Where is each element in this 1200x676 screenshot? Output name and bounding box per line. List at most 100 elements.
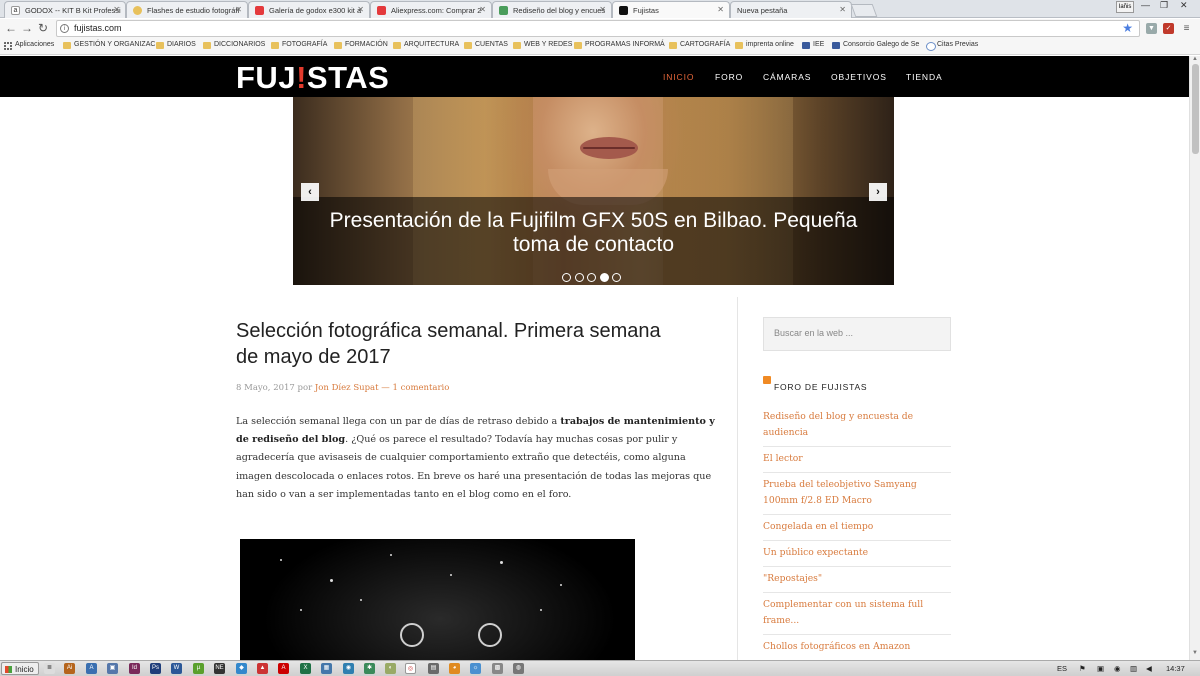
minimize-icon[interactable]: — xyxy=(1141,0,1150,10)
nav-item-tienda[interactable]: TIENDA xyxy=(906,72,943,82)
nav-item-camaras[interactable]: CÁMARAS xyxy=(763,72,811,82)
slider-prev-button[interactable]: ‹ xyxy=(301,183,319,201)
forum-feed-item[interactable]: Rediseño del blog y encuesta de audienci… xyxy=(763,405,951,447)
back-arrow-icon[interactable]: ← xyxy=(5,21,17,35)
featured-slider[interactable]: Presentación de la Fujifilm GFX 50S en B… xyxy=(293,97,894,285)
scrollbar-thumb[interactable] xyxy=(1192,64,1199,154)
page-scrollbar[interactable]: ▲ ▼ xyxy=(1189,56,1200,660)
post-image[interactable] xyxy=(240,539,635,676)
forum-feed-item[interactable]: Prueba del teleobjetivo Samyang 100mm f/… xyxy=(763,473,951,515)
bookmark-folder[interactable]: FORMACIÓN xyxy=(334,41,388,49)
volume-icon[interactable]: ◀ xyxy=(1146,664,1152,673)
bookmark-star-icon[interactable]: ★ xyxy=(1122,21,1133,35)
forum-feed-item[interactable]: Chollos fotográficos en Amazon xyxy=(763,635,951,661)
bookmark-folder[interactable]: FOTOGRAFÍA xyxy=(271,41,327,49)
start-button[interactable]: Inicio xyxy=(1,662,39,675)
close-window-icon[interactable]: ✕ xyxy=(1180,0,1188,11)
forward-arrow-icon[interactable]: → xyxy=(21,21,33,35)
bookmark-folder[interactable]: CARTOGRAFÍA xyxy=(669,41,730,49)
app-icon[interactable]: ✱ xyxy=(364,663,375,674)
acrobat-icon[interactable]: A xyxy=(278,663,289,674)
forum-feed-item[interactable]: Complementar con un sistema full frame..… xyxy=(763,593,951,635)
utorrent-icon[interactable]: µ xyxy=(193,663,204,674)
search-input[interactable] xyxy=(774,328,944,338)
autocad-icon[interactable]: A xyxy=(86,663,97,674)
scroll-up-icon[interactable]: ▲ xyxy=(1192,56,1198,62)
bookmark-folder[interactable]: DIARIOS xyxy=(156,41,196,49)
browser-tab[interactable]: Flashes de estudio fotográfi ✕ xyxy=(126,1,248,18)
browser-tab[interactable]: Nueva pestaña ✕ xyxy=(730,1,852,18)
app-icon[interactable]: ◍ xyxy=(513,663,524,674)
nero-icon[interactable]: NE xyxy=(214,663,225,674)
slider-next-button[interactable]: › xyxy=(869,183,887,201)
app-icon[interactable]: ▩ xyxy=(492,663,503,674)
bookmark-folder[interactable]: CUENTAS xyxy=(464,41,508,49)
chrome-icon[interactable]: ◎ xyxy=(405,663,416,674)
close-tab-icon[interactable]: ✕ xyxy=(717,5,724,14)
app-icon[interactable]: ▦ xyxy=(321,663,332,674)
notepad-icon[interactable]: ≣ xyxy=(44,663,55,674)
bookmark-link[interactable]: Citas Previas xyxy=(926,41,978,51)
tray-icon[interactable]: ⚑ xyxy=(1079,664,1086,673)
close-tab-icon[interactable]: ✕ xyxy=(839,5,846,14)
tray-icon[interactable]: ◉ xyxy=(1114,664,1121,673)
new-tab-button[interactable] xyxy=(850,4,878,17)
nav-item-inicio[interactable]: INICIO xyxy=(663,72,694,82)
system-clock[interactable]: 14:37 xyxy=(1166,664,1185,673)
photoshop-icon[interactable]: Ps xyxy=(150,663,161,674)
menu-icon[interactable]: ≡ xyxy=(1181,23,1192,34)
bookmark-folder[interactable]: imprenta online xyxy=(735,41,794,49)
browser-tab[interactable]: Aliexpress.com: Comprar 2 ✕ xyxy=(370,1,492,18)
forum-feed-item[interactable]: Un público expectante xyxy=(763,541,951,567)
close-tab-icon[interactable]: ✕ xyxy=(235,5,242,14)
network-icon[interactable]: ▥ xyxy=(1130,664,1137,673)
widget-title[interactable]: FORO DE FUJISTAS xyxy=(774,382,867,392)
bookmark-link[interactable]: Consorcio Galego de Se xyxy=(832,41,919,49)
app-icon[interactable]: ▣ xyxy=(107,663,118,674)
slider-dot-active[interactable] xyxy=(599,273,609,282)
browser-tab[interactable]: Galería de godox e300 kit a ✕ xyxy=(248,1,370,18)
extension-shield-icon[interactable]: ✓ xyxy=(1163,23,1174,34)
maximize-icon[interactable]: ❐ xyxy=(1160,0,1168,11)
word-icon[interactable]: W xyxy=(171,663,182,674)
app-icon[interactable]: ▲ xyxy=(257,663,268,674)
slider-dot[interactable] xyxy=(612,273,621,282)
extension-icon[interactable]: ▼ xyxy=(1146,23,1157,34)
reload-icon[interactable]: ↻ xyxy=(38,21,48,35)
language-indicator[interactable]: ES xyxy=(1057,664,1067,673)
bookmark-folder[interactable]: GESTIÓN Y ORGANIZAC xyxy=(63,41,155,49)
app-icon[interactable]: ◉ xyxy=(343,663,354,674)
indesign-icon[interactable]: Id xyxy=(129,663,140,674)
post-title[interactable]: Selección fotográfica semanal. Primera s… xyxy=(236,318,676,370)
slider-dot[interactable] xyxy=(587,273,596,282)
app-icon[interactable]: ◐ xyxy=(385,663,396,674)
excel-icon[interactable]: X xyxy=(300,663,311,674)
slide-caption[interactable]: Presentación de la Fujifilm GFX 50S en B… xyxy=(313,209,874,257)
bookmark-apps[interactable]: Aplicaciones xyxy=(4,41,54,50)
bookmark-folder[interactable]: PROGRAMAS INFORMÁ xyxy=(574,41,665,49)
close-tab-icon[interactable]: ✕ xyxy=(357,5,364,14)
site-info-icon[interactable]: i xyxy=(60,24,69,33)
bookmark-folder[interactable]: WEB Y REDES xyxy=(513,41,572,49)
close-tab-icon[interactable]: ✕ xyxy=(113,5,120,14)
forum-feed-item[interactable]: Congelada en el tiempo xyxy=(763,515,951,541)
tray-icon[interactable]: ▣ xyxy=(1097,664,1104,673)
close-tab-icon[interactable]: ✕ xyxy=(599,5,606,14)
bookmark-link[interactable]: IEE xyxy=(802,41,824,49)
close-tab-icon[interactable]: ✕ xyxy=(479,5,486,14)
app-icon[interactable]: ◆ xyxy=(236,663,247,674)
nav-item-foro[interactable]: FORO xyxy=(715,72,743,82)
bookmark-folder[interactable]: DICCIONARIOS xyxy=(203,41,265,49)
address-bar[interactable]: i fujistas.com ★ xyxy=(56,20,1140,37)
slider-dot[interactable] xyxy=(574,273,584,282)
site-logo[interactable]: FUJ!STAS xyxy=(236,60,389,96)
bookmark-folder[interactable]: ARQUITECTURA xyxy=(393,41,459,49)
rss-icon[interactable] xyxy=(763,376,771,384)
search-box[interactable] xyxy=(763,317,951,351)
nav-item-objetivos[interactable]: OBJETIVOS xyxy=(831,72,887,82)
browser-tab[interactable]: Rediseño del blog y encues ✕ xyxy=(492,1,612,18)
post-comments-link[interactable]: 1 comentario xyxy=(392,383,449,393)
forum-feed-item[interactable]: El lector xyxy=(763,447,951,473)
illustrator-icon[interactable]: Ai xyxy=(64,663,75,674)
url-text[interactable]: fujistas.com xyxy=(74,23,122,33)
